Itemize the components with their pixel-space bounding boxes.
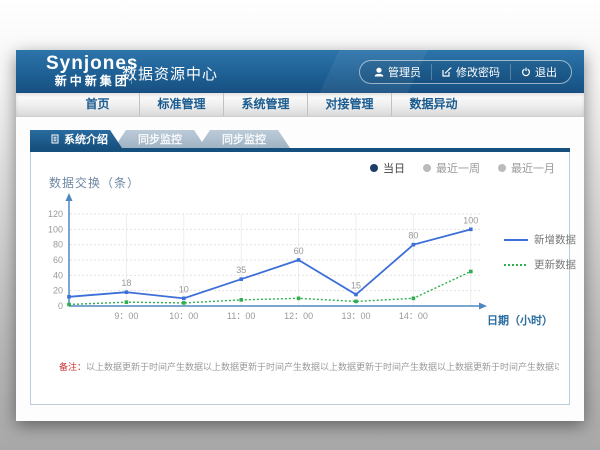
x-axis-title: 日期（小时） — [487, 312, 553, 328]
legend-item-0[interactable]: 新增数据 — [504, 232, 576, 247]
series-legend: 新增数据更新数据 — [504, 232, 576, 272]
app-window: Synjones 新中新集团 数据资源中心 管理员修改密码退出 首页标准管理系统… — [16, 50, 584, 420]
edit-icon — [442, 67, 452, 77]
chart-tick-label: 60 — [294, 246, 304, 256]
x-axis-arrow-icon — [479, 303, 487, 310]
nav-item-1[interactable]: 标准管理 — [139, 93, 223, 116]
chart-tick-label: 11：00 — [227, 311, 255, 321]
chart-tick-label: 15 — [351, 281, 361, 291]
tab-label: 同步监控 — [138, 131, 182, 147]
data-point-marker — [297, 297, 301, 301]
tab-2[interactable]: 同步监控 — [198, 130, 290, 148]
chart-tick-label: 0 — [58, 301, 63, 311]
legend-item-1[interactable]: 更新数据 — [504, 257, 576, 272]
data-point-marker — [412, 243, 416, 247]
chart-tick-label: 80 — [408, 231, 418, 241]
chart-tick-label: 60 — [53, 255, 63, 265]
chart-tick-label: 35 — [236, 265, 246, 275]
user-menu-item[interactable]: 修改密码 — [431, 64, 510, 80]
data-point-marker — [67, 303, 71, 307]
chart-panel: 当日最近一周最近一月 数据交换（条） 0204060801001209：0010… — [30, 152, 570, 405]
chart-tick-label: 14：00 — [399, 311, 428, 321]
doc-icon — [50, 134, 60, 144]
nav-item-0[interactable]: 首页 — [56, 93, 139, 116]
chart-tick-label: 100 — [48, 224, 63, 234]
chart-tick-label: 13：00 — [341, 311, 370, 321]
data-point-marker — [469, 228, 473, 232]
user-menu-label: 管理员 — [388, 64, 421, 80]
user-menu-label: 退出 — [535, 64, 557, 80]
nav-item-2[interactable]: 系统管理 — [223, 93, 307, 116]
nav-item-4[interactable]: 数据异动 — [391, 93, 475, 116]
chart-tick-label: 12：00 — [284, 311, 313, 321]
chart-tick-label: 100 — [463, 215, 478, 225]
legend-line-swatch — [504, 262, 528, 268]
tab-label: 同步监控 — [222, 131, 266, 147]
data-point-marker — [125, 300, 129, 304]
app-header: Synjones 新中新集团 数据资源中心 管理员修改密码退出 — [16, 50, 584, 93]
user-menu-label: 修改密码 — [456, 64, 500, 80]
chart-tick-label: 9：00 — [114, 311, 138, 321]
power-icon — [521, 67, 531, 77]
footnote: 备注：以上数据更新于时间产生数据以上数据更新于时间产生数据以上数据更新于时间产生… — [59, 360, 559, 373]
chart-tick-label: 120 — [48, 209, 63, 219]
data-point-marker — [182, 301, 186, 305]
legend-label: 更新数据 — [534, 257, 576, 272]
data-point-marker — [297, 258, 301, 262]
data-point-marker — [354, 300, 358, 304]
chart-tick-label: 40 — [53, 270, 63, 280]
user-menu-item[interactable]: 管理员 — [364, 64, 431, 80]
user-icon — [374, 67, 384, 77]
data-point-marker — [182, 297, 186, 301]
data-point-marker — [412, 297, 416, 301]
content-area: 系统介绍同步监控同步监控 当日最近一周最近一月 数据交换（条） 02040608… — [16, 117, 584, 421]
user-menu-item[interactable]: 退出 — [510, 64, 567, 80]
tab-0[interactable]: 系统介绍 — [30, 130, 122, 148]
app-title: 数据资源中心 — [122, 63, 218, 84]
chart-tick-label: 10 — [179, 284, 189, 294]
data-point-marker — [239, 298, 243, 302]
data-point-marker — [67, 295, 71, 299]
chart-tick-label: 18 — [121, 278, 131, 288]
data-point-marker — [354, 293, 358, 297]
tab-bar: 系统介绍 同步监控 同步监控 — [30, 130, 584, 148]
data-point-marker — [125, 290, 129, 294]
chart-tick-label: 80 — [53, 240, 63, 250]
tab-1[interactable]: 同步监控 — [114, 130, 206, 148]
chart-tick-label: 10：00 — [169, 311, 198, 321]
legend-label: 新增数据 — [534, 232, 576, 247]
y-axis-arrow-icon — [66, 193, 73, 201]
user-menu: 管理员 修改密码 退出 — [359, 60, 572, 84]
tab-label: 系统介绍 — [64, 131, 108, 147]
footnote-text: 以上数据更新于时间产生数据以上数据更新于时间产生数据以上数据更新于时间产生数据以… — [86, 362, 559, 372]
nav-item-3[interactable]: 对接管理 — [307, 93, 391, 116]
legend-line-swatch — [504, 237, 528, 243]
data-point-marker — [239, 277, 243, 281]
data-point-marker — [469, 270, 473, 274]
chart-tick-label: 20 — [53, 286, 63, 296]
main-nav: 首页标准管理系统管理对接管理数据异动 — [16, 93, 584, 117]
footnote-prefix: 备注： — [59, 362, 86, 372]
